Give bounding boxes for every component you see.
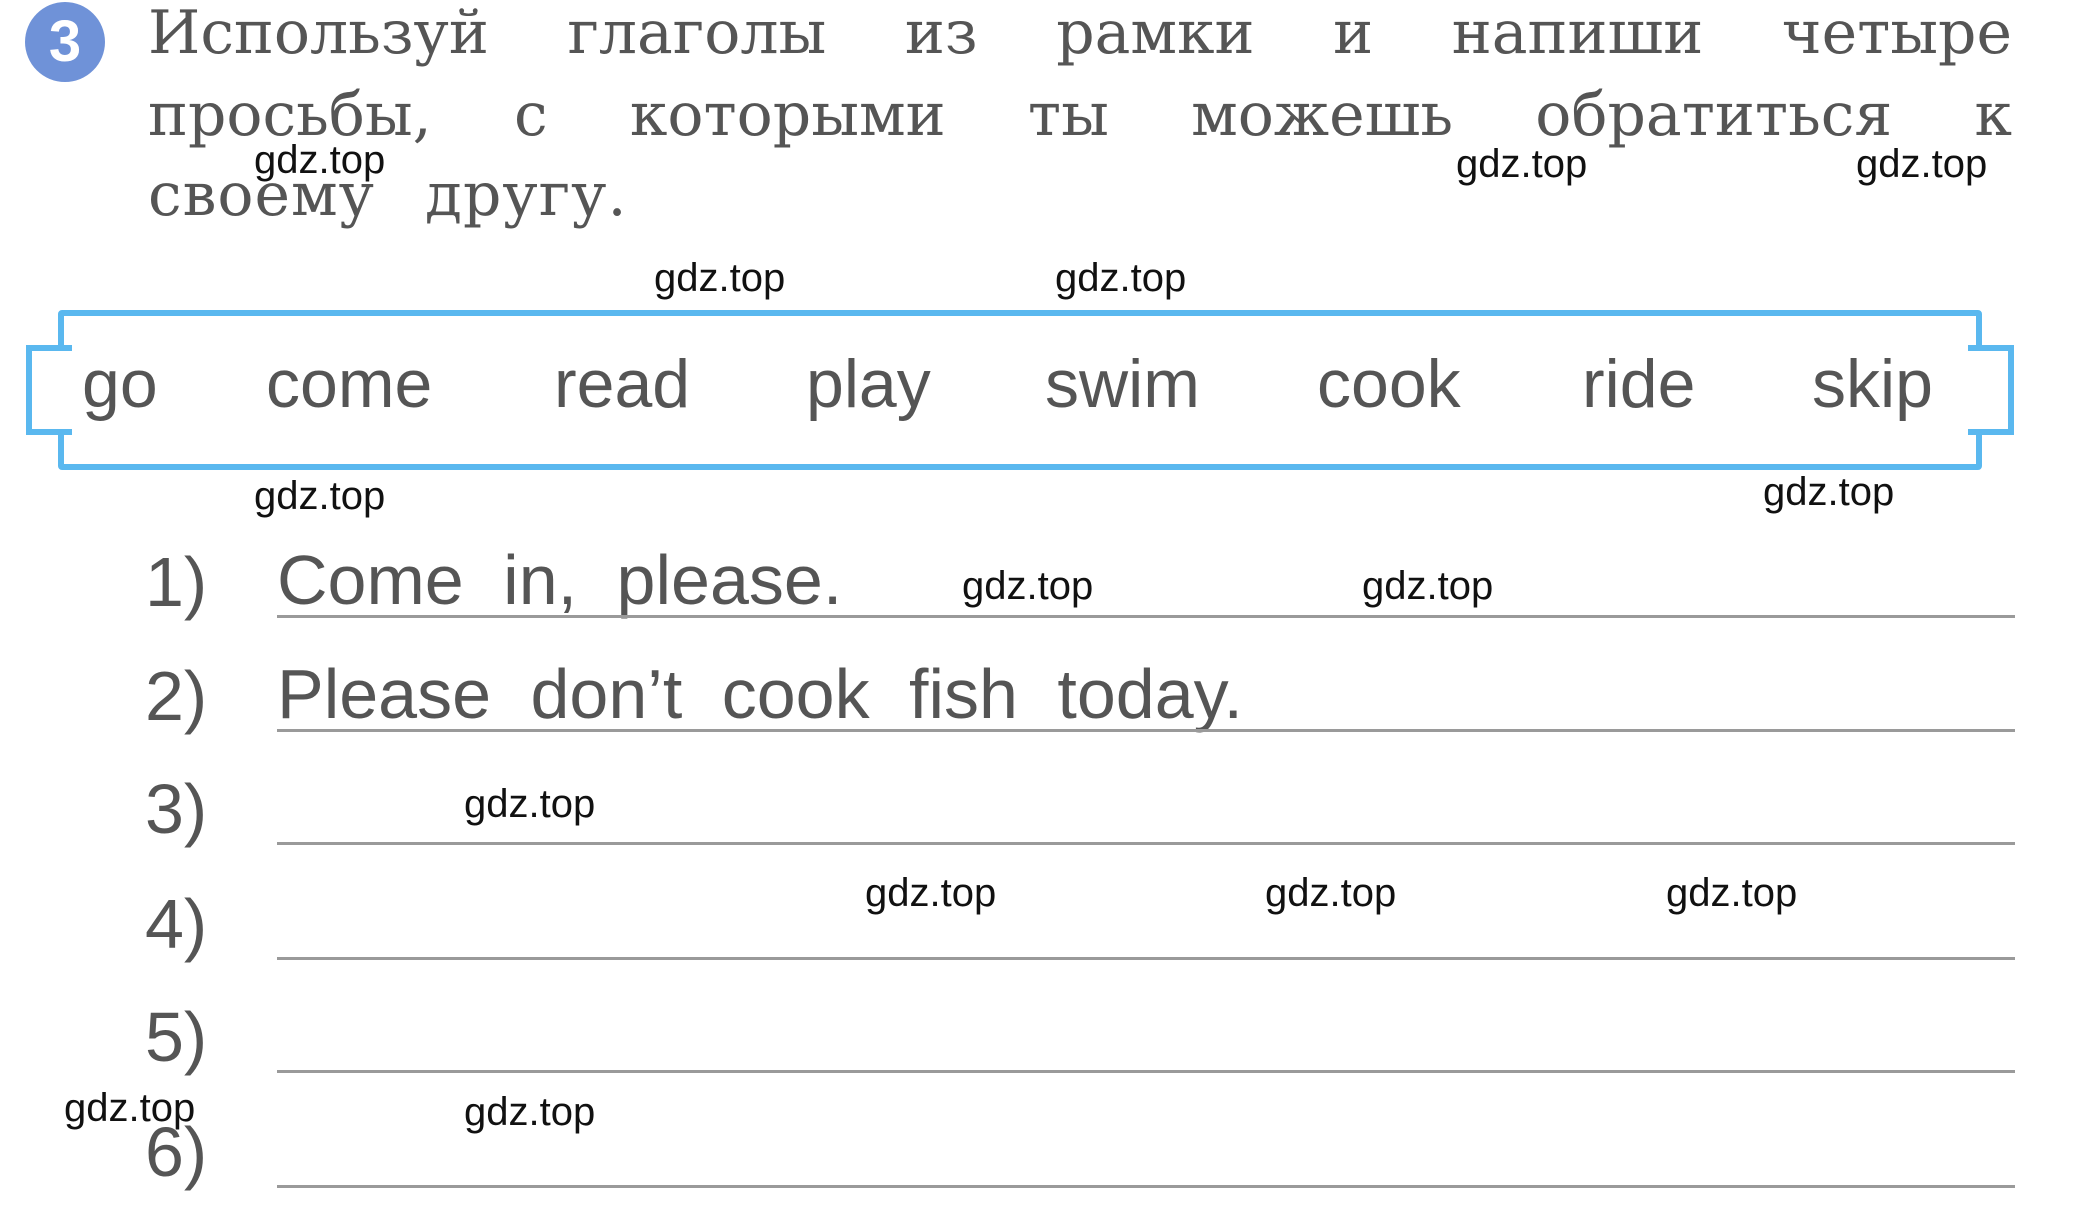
answer-number: 3) [145, 770, 208, 848]
answer-row-5: 5) [145, 973, 2015, 1076]
watermark: gdz.top [1856, 142, 1988, 186]
answer-row-3: 3) [145, 745, 2015, 848]
instruction-word: глаголы [567, 0, 827, 68]
watermark: gdz.top [962, 564, 1094, 608]
instruction-word: рамки [1056, 0, 1255, 68]
answer-line[interactable] [277, 1185, 2015, 1188]
instruction-word: из [904, 0, 978, 68]
answer-line[interactable] [277, 842, 2015, 845]
watermark: gdz.top [1265, 871, 1397, 915]
answer-number: 5) [145, 998, 208, 1076]
word-list: go come read play swim cook ride skip [80, 345, 1980, 435]
answer-text: Come in, please. [277, 541, 843, 619]
answer-number: 1) [145, 543, 208, 621]
watermark: gdz.top [1666, 871, 1798, 915]
answer-line[interactable] [277, 1070, 2015, 1073]
word-read: read [554, 346, 691, 422]
word-go: go [82, 346, 158, 422]
instruction-word: четыре [1781, 0, 2012, 68]
word-skip: skip [1812, 346, 1933, 422]
watermark: gdz.top [254, 138, 386, 182]
answer-line[interactable] [277, 957, 2015, 960]
answer-line[interactable] [277, 729, 2015, 732]
answer-number: 2) [145, 657, 208, 735]
word-play: play [806, 346, 931, 422]
answer-line[interactable] [277, 615, 2015, 618]
instruction-word: которыми [629, 80, 946, 150]
instruction-word: напиши [1451, 0, 1704, 68]
word-box-left-tab-cover [26, 345, 72, 435]
answer-row-6: 6) [145, 1088, 2015, 1191]
answer-number: 4) [145, 885, 208, 963]
instruction-word: к [1974, 80, 2012, 150]
instruction-word: с [514, 80, 548, 150]
answer-text: Please don’t cook fish today. [277, 655, 1243, 733]
instruction-word: и [1333, 0, 1374, 68]
instruction-word: Используй [148, 0, 489, 68]
instruction-line-1: Используй глаголы из рамки и напиши четы… [148, 0, 2012, 68]
instruction-word: ты [1027, 80, 1109, 150]
instruction-word: можешь [1191, 80, 1454, 150]
watermark: gdz.top [1763, 470, 1895, 514]
watermark: gdz.top [254, 474, 386, 518]
watermark: gdz.top [1055, 256, 1187, 300]
watermark: gdz.top [865, 871, 997, 915]
watermark: gdz.top [1456, 142, 1588, 186]
instruction-line-3: своему другу. [148, 160, 628, 230]
word-come: come [266, 346, 433, 422]
answer-row-2: 2) Please don’t cook fish today. [145, 632, 2015, 735]
watermark: gdz.top [654, 256, 786, 300]
exercise-number-badge: 3 [25, 2, 105, 82]
word-ride: ride [1582, 346, 1696, 422]
word-cook: cook [1317, 346, 1461, 422]
instruction-line-2: просьбы, с которыми ты можешь обратиться… [148, 80, 2012, 150]
watermark: gdz.top [464, 782, 596, 826]
watermark: gdz.top [1362, 564, 1494, 608]
word-swim: swim [1045, 346, 1200, 422]
instruction-word: обратиться [1535, 80, 1893, 150]
watermark: gdz.top [64, 1086, 196, 1130]
watermark: gdz.top [464, 1090, 596, 1134]
